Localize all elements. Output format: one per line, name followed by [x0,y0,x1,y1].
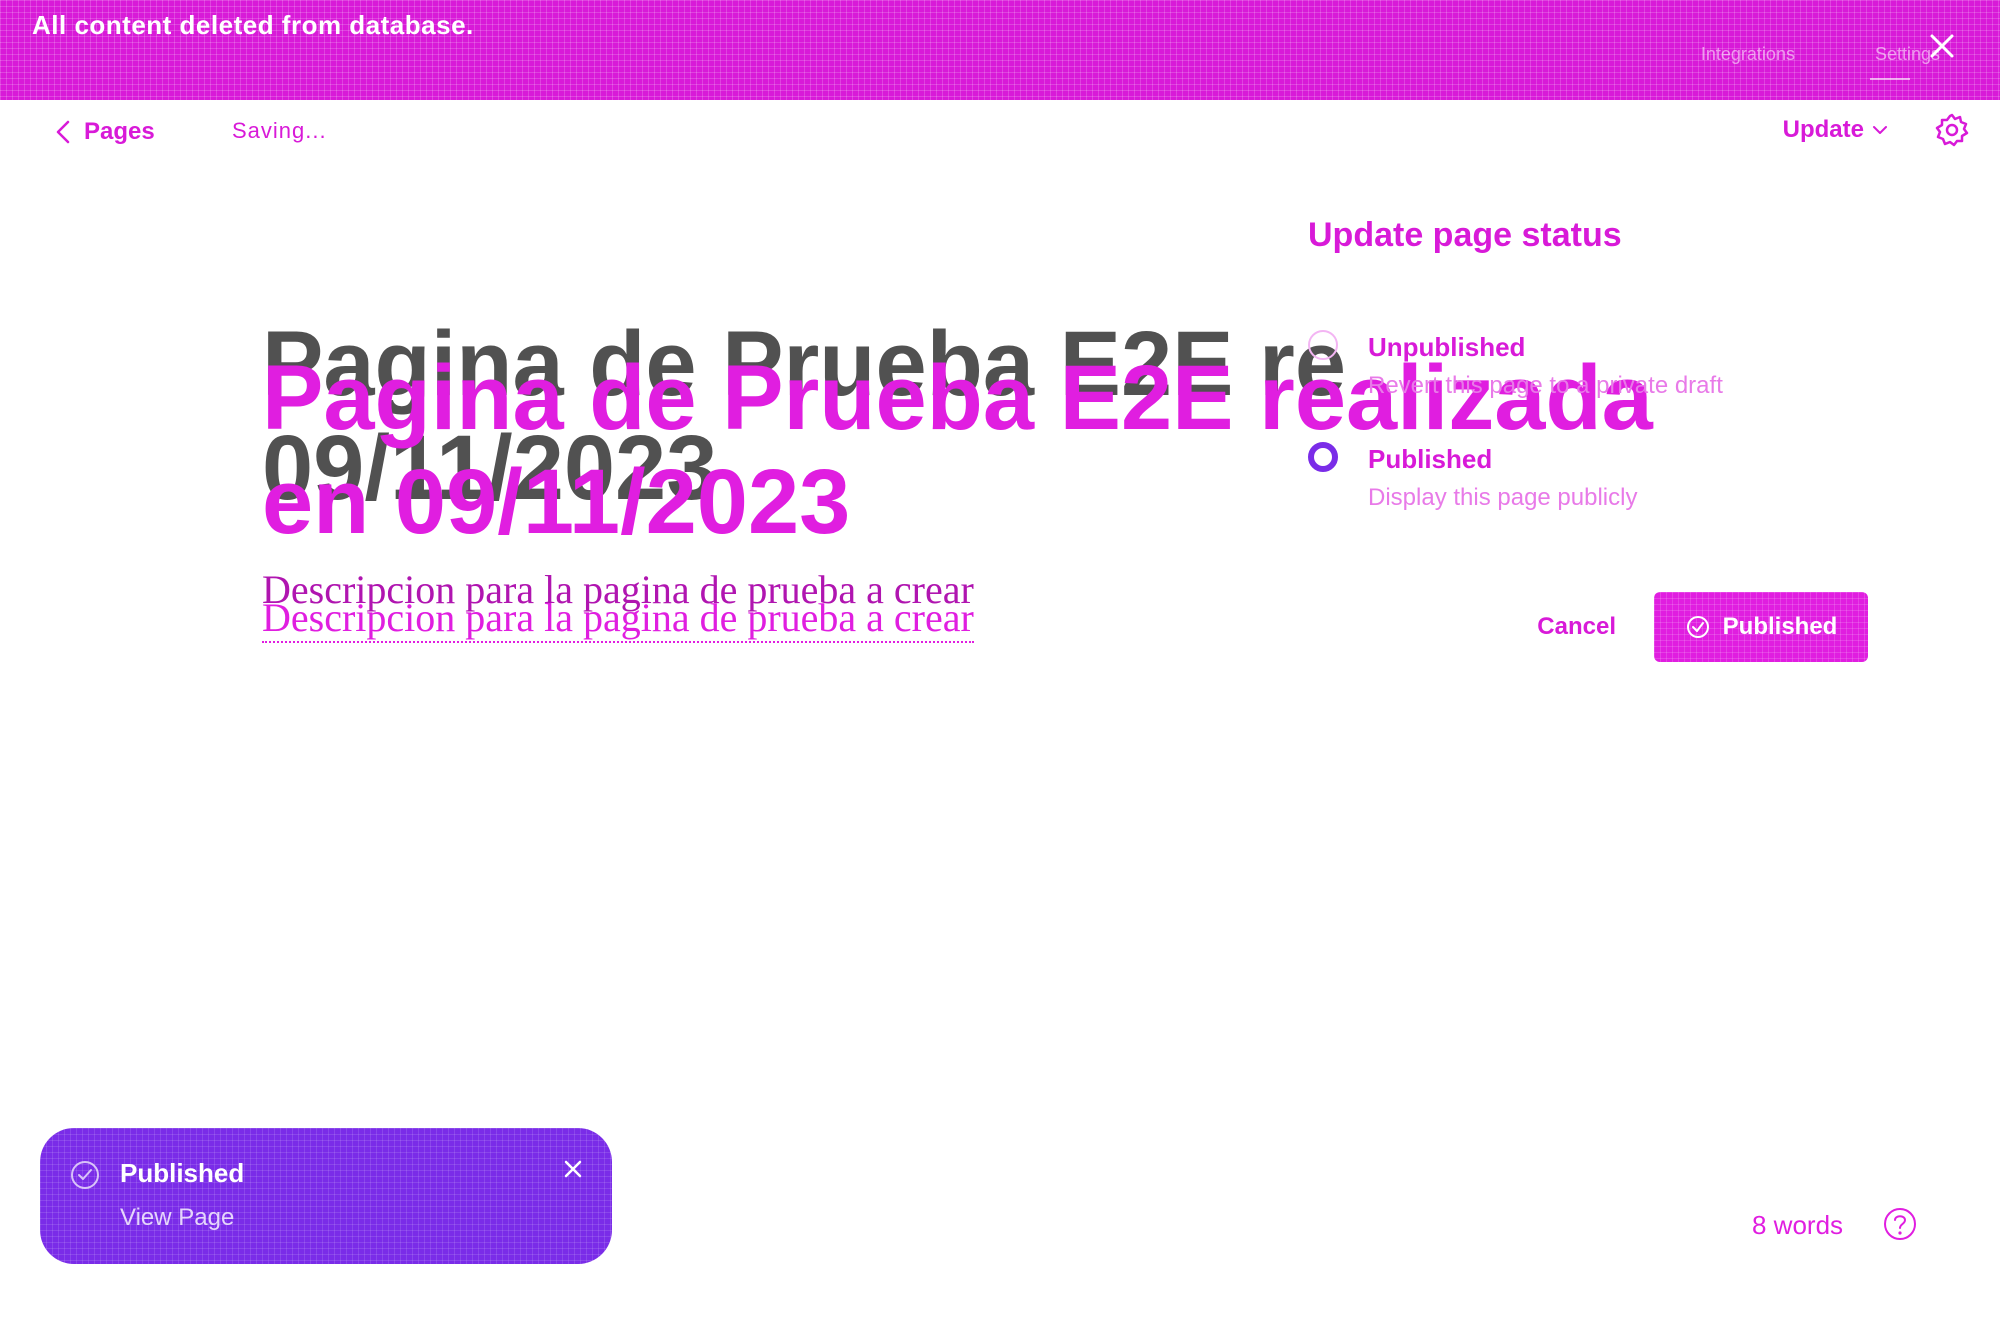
cancel-button[interactable]: Cancel [1537,613,1616,641]
chevron-down-icon [1873,126,1887,134]
update-button-label: Update [1782,116,1864,143]
settings-gear-icon[interactable] [1934,112,1970,148]
word-count: 8 words [1752,1210,1844,1240]
update-status-popover: Update page status Unpublished Revert th… [1300,200,1900,680]
help-icon[interactable] [1882,1206,1918,1242]
close-icon[interactable] [1924,28,1960,64]
check-circle-icon [1686,616,1709,638]
published-description: Display this page publicly [1368,484,1638,511]
toast-title: Published [120,1158,245,1188]
banner-right-links: Integrations Settings [1701,44,1940,65]
close-icon[interactable] [560,1156,586,1182]
chevron-left-icon [56,120,70,144]
published-radio[interactable] [1308,442,1338,472]
unpublished-description: Revert this page to a private draft [1368,372,1723,399]
unpublished-label: Unpublished [1368,332,1526,362]
banner-divider [1870,78,1910,80]
unpublished-radio[interactable] [1308,330,1338,360]
popover-actions: Cancel Published [1537,592,1868,662]
published-toast: Published View Page [40,1128,612,1264]
notification-banner: All content deleted from database. Integ… [0,0,2000,100]
banner-link-integrations[interactable]: Integrations [1701,44,1795,65]
banner-message: All content deleted from database. [32,9,474,40]
check-circle-icon [71,1161,99,1189]
popover-title: Update page status [1308,216,1622,254]
view-page-link[interactable]: View Page [120,1204,234,1232]
confirm-button-label: Published [1722,613,1838,640]
saving-status: Saving... [232,118,327,143]
back-link-label: Pages [84,118,155,145]
back-to-pages-link[interactable]: Pages [54,118,155,146]
published-label: Published [1368,444,1493,474]
published-confirm-button[interactable]: Published [1654,592,1868,662]
update-dropdown-button[interactable]: Update [1783,116,1888,144]
editor-toolbar: Pages Saving... Update [0,100,2000,166]
page-description-input[interactable]: Descripcion para la pagina de prueba a c… [262,594,974,643]
